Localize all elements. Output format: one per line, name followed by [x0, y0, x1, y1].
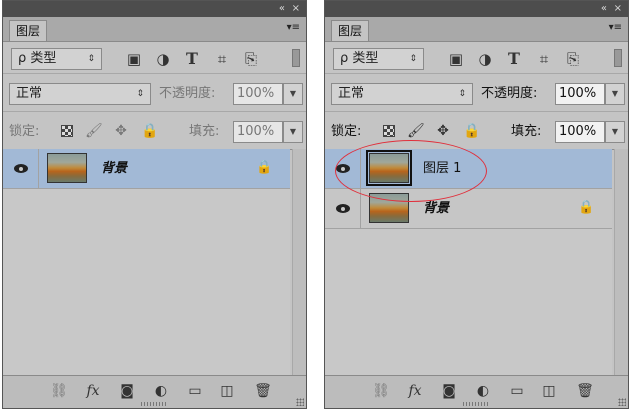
panel-titlebar: « × — [325, 1, 628, 18]
dropdown-arrows-icon: ⇕ — [87, 54, 95, 64]
lock-label: 锁定: — [9, 124, 40, 139]
eye-icon — [336, 204, 350, 213]
resize-handle[interactable] — [296, 398, 304, 406]
layer-row[interactable]: 背景 🔒 — [3, 149, 290, 189]
layer-name[interactable]: 背景 — [423, 199, 449, 219]
layer-name[interactable]: 背景 — [101, 159, 127, 179]
shape-filter-icon[interactable]: ⌗ — [536, 51, 552, 67]
filter-type-dropdown[interactable]: ρ 类型 ⇕ — [333, 48, 424, 70]
lock-transparent-pixels-icon[interactable] — [381, 123, 397, 139]
filter-toggle-switch[interactable] — [292, 49, 300, 67]
type-filter-icon[interactable]: T — [506, 51, 522, 67]
link-layers-icon[interactable]: ⛓ — [49, 382, 69, 400]
blend-mode-value: 正常 — [16, 86, 43, 101]
lock-position-icon[interactable]: ✥ — [113, 123, 129, 139]
visibility-toggle[interactable] — [3, 149, 39, 188]
blend-row: 正常 ⇕ 不透明度: 100% ▼ — [3, 77, 306, 112]
tab-row: 图层 ▾≡ — [325, 17, 628, 42]
panel-grip[interactable] — [463, 402, 489, 406]
layer-mask-icon[interactable]: ◙ — [439, 382, 459, 400]
link-layers-icon[interactable]: ⛓ — [371, 382, 391, 400]
collapse-icon[interactable]: « — [279, 2, 285, 16]
fill-label: 填充: — [189, 124, 220, 139]
fill-input[interactable]: 100% — [555, 121, 605, 143]
layers-panel-left: « × 图层 ▾≡ ρ 类型 ⇕ ▣ ◑ T ⌗ ⎘ 正常 ⇕ 不透明度: 10… — [2, 0, 307, 409]
trash-icon[interactable]: 🗑 — [253, 382, 273, 400]
tab-layers[interactable]: 图层 — [9, 20, 48, 41]
lock-all-icon[interactable]: 🔒 — [463, 123, 480, 139]
resize-handle[interactable] — [618, 398, 626, 406]
adjustment-filter-icon[interactable]: ◑ — [155, 51, 171, 67]
fx-icon[interactable]: fx — [83, 382, 103, 400]
panel-menu-icon[interactable]: ▾≡ — [609, 22, 622, 34]
lock-image-pixels-icon[interactable]: 🖌 — [407, 123, 425, 139]
panel-grip[interactable] — [141, 402, 167, 406]
fx-icon[interactable]: fx — [405, 382, 425, 400]
layer-lock-icon: 🔒 — [256, 160, 273, 175]
filter-toggle-switch[interactable] — [614, 49, 622, 67]
panel-menu-icon[interactable]: ▾≡ — [287, 22, 300, 34]
bottom-toolbar: ⛓ fx ◙ ◐ ▭ ◫ 🗑 — [325, 375, 628, 408]
fill-label: 填充: — [511, 124, 542, 139]
filter-type-label: ρ 类型 — [18, 51, 57, 66]
tab-layers[interactable]: 图层 — [331, 20, 370, 41]
close-icon[interactable]: × — [292, 2, 300, 16]
collapse-icon[interactable]: « — [601, 2, 607, 16]
layer-mask-icon[interactable]: ◙ — [117, 382, 137, 400]
smart-object-filter-icon[interactable]: ⎘ — [243, 51, 259, 67]
lock-row: 锁定: 🖌 ✥ 🔒 填充: 100% ▼ — [3, 115, 306, 150]
dropdown-arrows-icon: ⇕ — [409, 54, 417, 64]
layer-lock-icon: 🔒 — [578, 200, 595, 215]
highlight-circle — [335, 140, 487, 202]
dropdown-arrows-icon: ⇕ — [458, 89, 466, 99]
opacity-dropdown-button[interactable]: ▼ — [605, 83, 625, 105]
layers-scrollbar[interactable] — [614, 149, 628, 376]
filter-row: ρ 类型 ⇕ ▣ ◑ T ⌗ ⎘ — [325, 43, 628, 74]
opacity-dropdown-button[interactable]: ▼ — [283, 83, 303, 105]
lock-all-icon[interactable]: 🔒 — [141, 123, 158, 139]
filter-type-dropdown[interactable]: ρ 类型 ⇕ — [11, 48, 102, 70]
lock-image-pixels-icon[interactable]: 🖌 — [85, 123, 103, 139]
opacity-input[interactable]: 100% — [555, 83, 605, 105]
blend-mode-dropdown[interactable]: 正常 ⇕ — [9, 83, 151, 105]
blend-row: 正常 ⇕ 不透明度: 100% ▼ — [325, 77, 628, 112]
group-icon[interactable]: ▭ — [507, 382, 527, 400]
filter-row: ρ 类型 ⇕ ▣ ◑ T ⌗ ⎘ — [3, 43, 306, 74]
blend-mode-dropdown[interactable]: 正常 ⇕ — [331, 83, 473, 105]
eye-icon — [14, 164, 28, 173]
adjustment-layer-icon[interactable]: ◐ — [473, 382, 493, 400]
panel-titlebar: « × — [3, 1, 306, 18]
opacity-label: 不透明度: — [159, 86, 216, 101]
tab-row: 图层 ▾≡ — [3, 17, 306, 42]
image-filter-icon[interactable]: ▣ — [448, 51, 464, 67]
visibility-toggle[interactable] — [325, 189, 361, 228]
lock-transparent-pixels-icon[interactable] — [59, 123, 75, 139]
smart-object-filter-icon[interactable]: ⎘ — [565, 51, 581, 67]
trash-icon[interactable]: 🗑 — [575, 382, 595, 400]
lock-label: 锁定: — [331, 124, 362, 139]
blend-mode-value: 正常 — [338, 86, 365, 101]
opacity-input[interactable]: 100% — [233, 83, 283, 105]
layers-scrollbar[interactable] — [292, 149, 306, 376]
group-icon[interactable]: ▭ — [185, 382, 205, 400]
fill-dropdown-button[interactable]: ▼ — [605, 121, 625, 143]
fill-dropdown-button[interactable]: ▼ — [283, 121, 303, 143]
image-filter-icon[interactable]: ▣ — [126, 51, 142, 67]
filter-type-label: ρ 类型 — [340, 51, 379, 66]
layers-list: 背景 🔒 — [3, 149, 290, 376]
layer-thumbnail — [47, 153, 87, 183]
adjustment-layer-icon[interactable]: ◐ — [151, 382, 171, 400]
adjustment-filter-icon[interactable]: ◑ — [477, 51, 493, 67]
bottom-toolbar: ⛓ fx ◙ ◐ ▭ ◫ 🗑 — [3, 375, 306, 408]
new-layer-icon[interactable]: ◫ — [217, 382, 237, 400]
fill-input[interactable]: 100% — [233, 121, 283, 143]
shape-filter-icon[interactable]: ⌗ — [214, 51, 230, 67]
opacity-label: 不透明度: — [481, 86, 538, 101]
lock-position-icon[interactable]: ✥ — [435, 123, 451, 139]
dropdown-arrows-icon: ⇕ — [136, 89, 144, 99]
layers-panel-right: « × 图层 ▾≡ ρ 类型 ⇕ ▣ ◑ T ⌗ ⎘ 正常 ⇕ 不透明度: 10… — [324, 0, 629, 409]
new-layer-icon[interactable]: ◫ — [539, 382, 559, 400]
close-icon[interactable]: × — [614, 2, 622, 16]
type-filter-icon[interactable]: T — [184, 51, 200, 67]
